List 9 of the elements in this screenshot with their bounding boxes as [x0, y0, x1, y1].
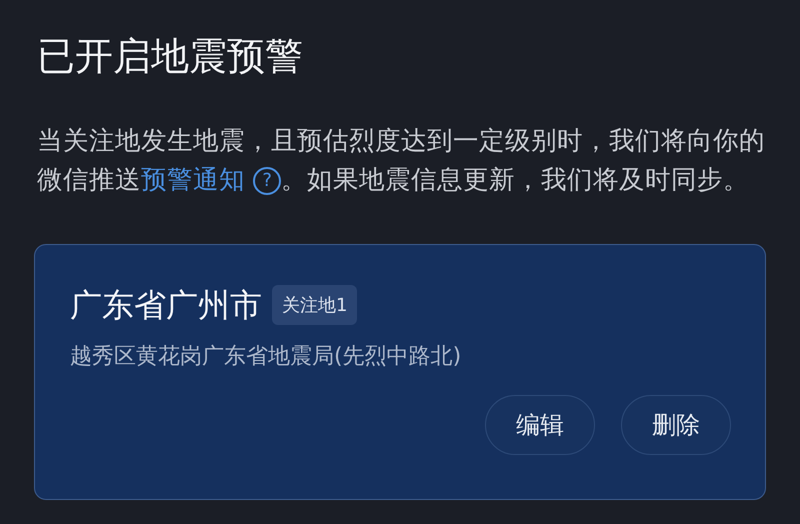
address-text: 越秀区黄花岗广东省地震局(先烈中路北): [70, 343, 462, 371]
page-title: 已开启地震预警: [37, 33, 304, 80]
location-tag: 关注地1: [272, 285, 358, 325]
description-text: 当关注地发生地震，且预估烈度达到一定级别时，我们将向你的微信推送预警通知 ? 。如果地震信息更新，我们将及时同步。: [37, 125, 766, 197]
city-name: 广东省广州市: [70, 285, 262, 326]
edit-button[interactable]: 编辑: [485, 395, 595, 455]
help-icon[interactable]: ?: [253, 167, 282, 195]
alert-notice-link[interactable]: 预警通知: [141, 165, 245, 195]
delete-button[interactable]: 删除: [621, 395, 731, 455]
